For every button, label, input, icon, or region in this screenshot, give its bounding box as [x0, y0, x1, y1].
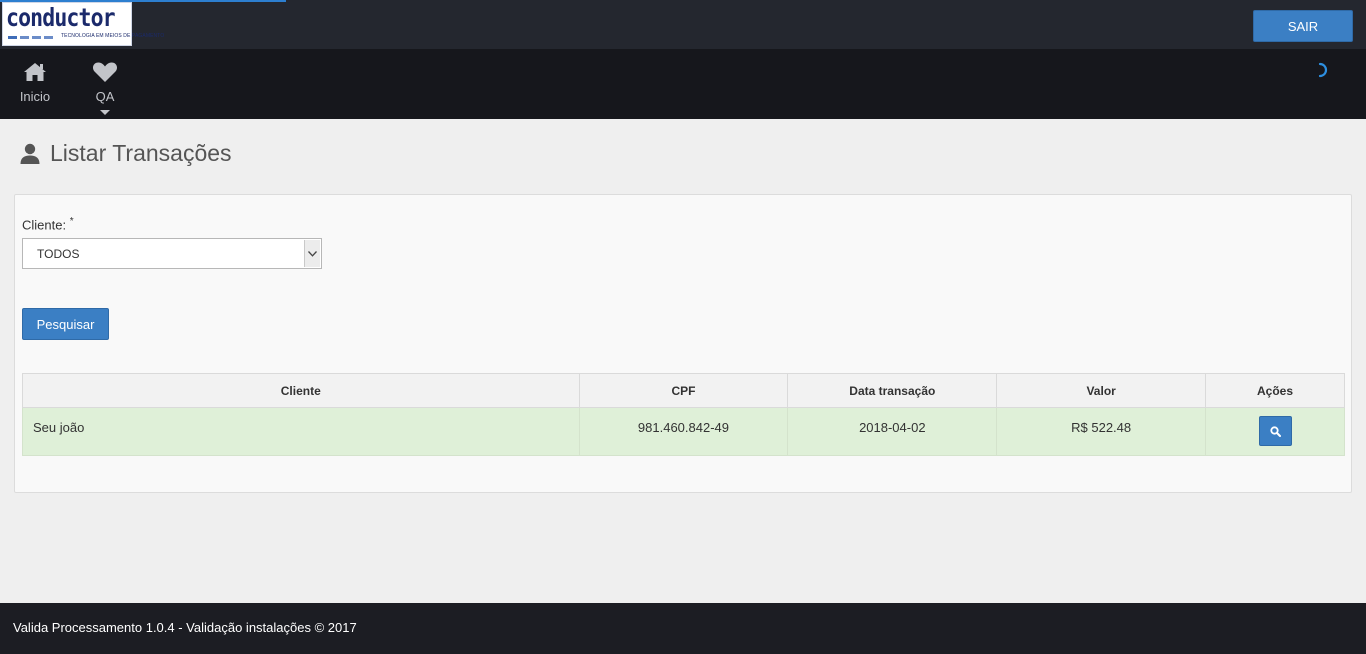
required-marker: *	[69, 216, 74, 227]
column-header-data[interactable]: Data transação	[787, 373, 998, 408]
chevron-down-icon[interactable]	[304, 240, 320, 267]
cell-data: 2018-04-02	[787, 407, 998, 456]
nav-item-inicio[interactable]: Inicio	[5, 61, 65, 104]
transactions-table: Cliente CPF Data transação Valor Ações S…	[22, 373, 1345, 456]
view-details-button[interactable]	[1258, 416, 1292, 446]
chevron-down-icon	[100, 110, 110, 115]
column-header-cpf[interactable]: CPF	[578, 373, 789, 408]
conductor-logo[interactable]: conductor TECNOLOGIA EM MEIOS DE PAGAMEN…	[2, 2, 164, 46]
footer: Valida Processamento 1.0.4 - Validação i…	[0, 603, 1366, 654]
client-select-value: TODOS	[37, 247, 80, 261]
loading-spinner-icon	[1318, 62, 1328, 78]
column-header-valor[interactable]: Valor	[996, 373, 1207, 408]
client-select[interactable]: TODOS	[22, 238, 322, 269]
user-icon	[20, 143, 40, 164]
top-bar: conductor TECNOLOGIA EM MEIOS DE PAGAMEN…	[0, 0, 1366, 49]
client-field-label: Cliente: *	[22, 216, 74, 232]
column-header-cliente[interactable]: Cliente	[22, 373, 580, 408]
cell-cliente: Seu joão	[22, 407, 580, 456]
nav-item-label: Inicio	[19, 89, 51, 104]
cell-valor: R$ 522.48	[996, 407, 1207, 456]
table-row: Seu joão 981.460.842-49 2018-04-02 R$ 52…	[22, 407, 1345, 456]
client-label-text: Cliente:	[22, 217, 67, 233]
home-icon	[24, 63, 46, 81]
nav-item-qa[interactable]: QA	[75, 61, 135, 115]
column-header-acoes: Ações	[1205, 373, 1345, 408]
footer-text: Valida Processamento 1.0.4 - Validação i…	[13, 620, 357, 635]
cell-cpf: 981.460.842-49	[578, 407, 789, 456]
nav-item-label: QA	[95, 89, 115, 104]
logo-wordmark: conductor	[6, 3, 116, 32]
table-header-row: Cliente CPF Data transação Valor Ações	[22, 373, 1345, 408]
search-icon	[1269, 425, 1281, 437]
logo-bars	[8, 36, 53, 39]
cell-acoes	[1205, 407, 1345, 456]
main-nav: Inicio QA	[0, 49, 1366, 119]
logo-tagline: TECNOLOGIA EM MEIOS DE PAGAMENTO	[61, 33, 165, 39]
page-title: Listar Transações	[20, 140, 232, 167]
page-title-text: Listar Transações	[50, 140, 232, 166]
heart-icon	[92, 62, 118, 82]
search-button[interactable]: Pesquisar	[22, 308, 109, 340]
search-panel: Cliente: * TODOS Pesquisar Cliente CPF D…	[14, 194, 1352, 493]
logout-button[interactable]: SAIR	[1253, 10, 1353, 42]
